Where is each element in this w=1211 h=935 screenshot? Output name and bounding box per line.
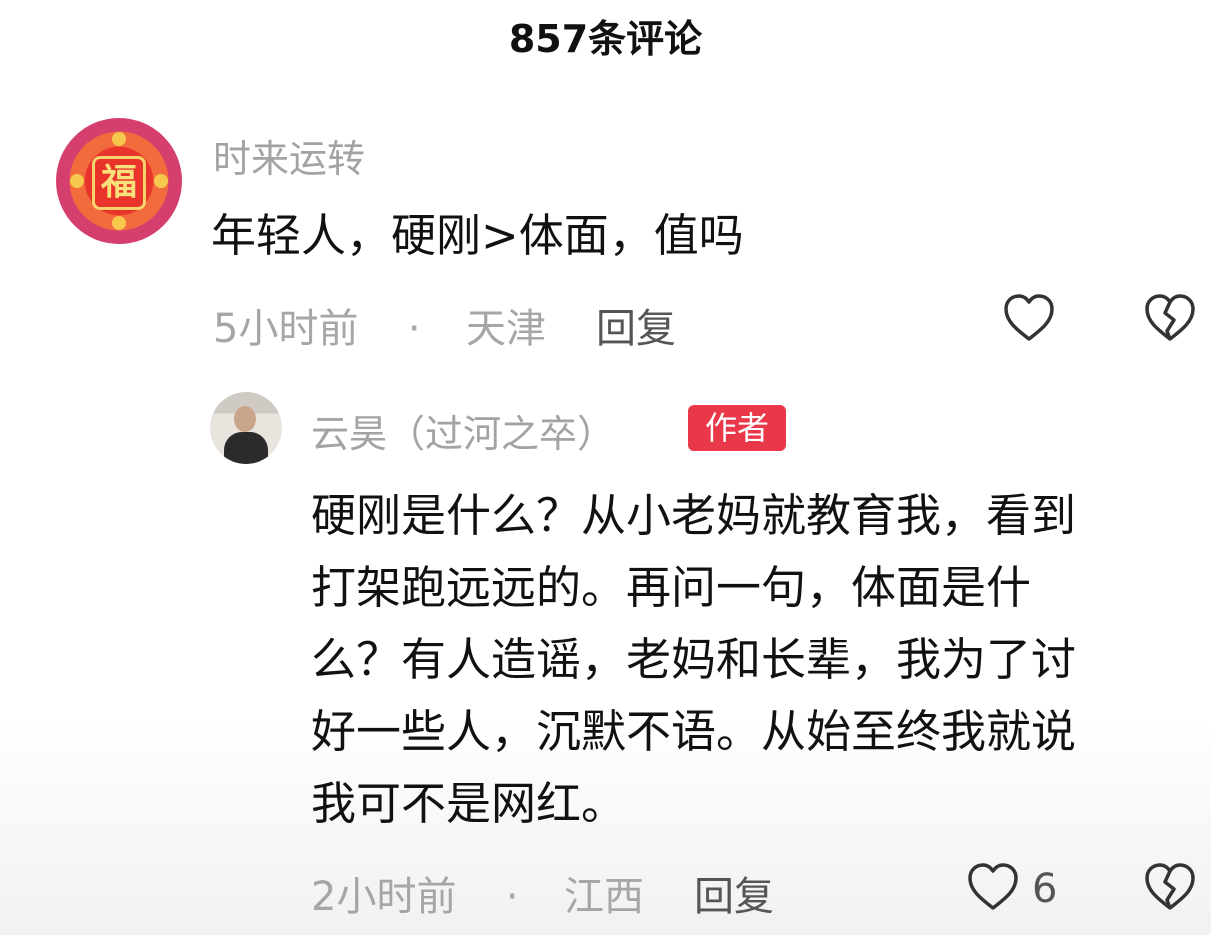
comment-count-title: 857条评论: [508, 17, 703, 61]
broken-heart-icon[interactable]: [1143, 293, 1197, 343]
reply-time: 2小时前: [311, 874, 457, 920]
fu-glyph: 福: [92, 156, 146, 210]
comment-text: 年轻人，硬刚>体面，值吗: [211, 209, 744, 262]
avatar-face: [234, 406, 256, 432]
author-badge: 作者: [688, 405, 786, 451]
comment-time: 5小时前: [213, 306, 359, 352]
avatar[interactable]: 福: [56, 118, 182, 244]
separator-dot: ·: [505, 874, 519, 920]
avatar[interactable]: [210, 392, 282, 464]
ornament-dot: [70, 174, 84, 188]
ornament-dot: [154, 174, 168, 188]
ornament-dot: [112, 132, 126, 146]
reply-meta: 2小时前 · 江西: [311, 864, 644, 922]
ornament-dot: [112, 216, 126, 230]
reply-button[interactable]: 回复: [596, 296, 676, 354]
avatar-body: [224, 432, 268, 464]
comment-location: 天津: [466, 306, 547, 352]
reply-text-line: 我可不是网红。: [311, 777, 627, 830]
reply-button[interactable]: 回复: [694, 864, 774, 922]
heart-outline-icon[interactable]: [1002, 293, 1056, 343]
reply-text-line: 么？有人造谣，老妈和长辈，我为了讨: [311, 633, 1077, 686]
comment-username[interactable]: 时来运转: [213, 128, 365, 183]
heart-outline-icon[interactable]: [966, 862, 1020, 912]
reply-text: 硬刚是什么？从小老妈就教育我，看到 打架跑远远的。再问一句，体面是什 么？有人造…: [311, 480, 1206, 840]
reply-text-line: 硬刚是什么？从小老妈就教育我，看到: [311, 489, 1077, 542]
separator-dot: ·: [407, 306, 421, 352]
broken-heart-icon[interactable]: [1143, 862, 1197, 912]
reply-location: 江西: [564, 874, 645, 920]
like-count: 6: [1032, 866, 1058, 912]
reply-text-line: 打架跑远远的。再问一句，体面是什: [311, 561, 1032, 614]
reply-username[interactable]: 云昊（过河之卒）: [311, 403, 615, 458]
comment-meta: 5小时前 · 天津: [213, 296, 546, 354]
reply-text-line: 好一些人，沉默不语。从始至终我就说: [311, 705, 1077, 758]
